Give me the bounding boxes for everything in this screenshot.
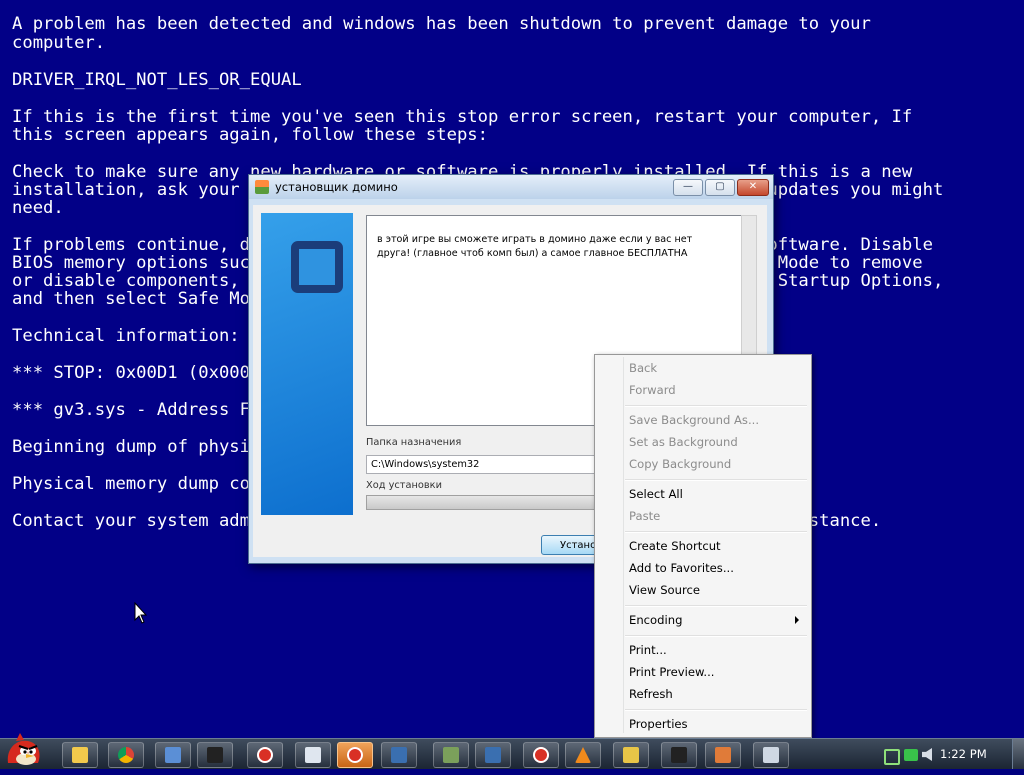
document-icon [305, 747, 321, 763]
maximize-button[interactable]: ▢ [705, 179, 735, 196]
vlc-icon [575, 747, 591, 763]
error-icon [257, 747, 273, 763]
show-desktop-button[interactable] [1012, 739, 1024, 769]
bsod-text-line: A problem has been detected and windows … [12, 14, 871, 34]
close-button[interactable]: ✕ [737, 179, 769, 196]
chrome-icon [118, 747, 134, 763]
taskbar-button[interactable] [613, 742, 649, 768]
start-button[interactable] [2, 731, 44, 771]
taskbar-button[interactable] [62, 742, 98, 768]
taskbar-button[interactable] [197, 742, 233, 768]
tray-network-icon[interactable] [884, 749, 900, 765]
taskbar-button[interactable] [108, 742, 144, 768]
window-title: установщик домино [275, 180, 398, 194]
taskbar-button[interactable] [661, 742, 697, 768]
menu-item-refresh[interactable]: Refresh [629, 687, 673, 701]
menu-gutter-line [623, 357, 624, 733]
clock[interactable]: 1:22 PM [940, 747, 987, 761]
menu-item-add-to-favorites[interactable]: Add to Favorites... [629, 561, 734, 575]
taskbar-button[interactable] [381, 742, 417, 768]
eye-icon [671, 747, 687, 763]
taskbar-button[interactable] [523, 742, 559, 768]
angry-bird-icon [7, 733, 40, 765]
installer-icon [391, 747, 407, 763]
domino-app-icon [255, 180, 269, 194]
taskbar: 1:22 PM [0, 733, 1024, 769]
minimize-button[interactable]: — [673, 179, 703, 196]
taskbar-button[interactable] [295, 742, 331, 768]
error-icon [347, 747, 363, 763]
error-icon [533, 747, 549, 763]
bsod-text-line: this screen appears again, follow these … [12, 125, 488, 145]
context-menu: Back Forward Save Background As... Set as B… [594, 354, 812, 738]
installer-icon [485, 747, 501, 763]
installer-banner [261, 213, 353, 515]
bsod-text-line: need. [12, 198, 64, 218]
bsod-text-line: Technical information: [12, 326, 240, 346]
menu-item-paste: Paste [629, 509, 661, 523]
taskbar-button[interactable] [565, 742, 601, 768]
taskbar-button[interactable] [155, 742, 191, 768]
window-icon [763, 747, 779, 763]
menu-item-encoding[interactable]: Encoding [629, 613, 682, 627]
taskbar-button[interactable] [433, 742, 469, 768]
menu-item-back: Back [629, 361, 658, 375]
taskbar-button[interactable] [705, 742, 741, 768]
menu-item-create-shortcut[interactable]: Create Shortcut [629, 539, 721, 553]
7zip-icon [207, 747, 223, 763]
disk-icon [623, 747, 639, 763]
submenu-arrow-icon [795, 616, 799, 624]
taskbar-button[interactable] [475, 742, 511, 768]
network-icon [165, 747, 181, 763]
bsod-text-line: If this is the first time you've seen th… [12, 107, 913, 127]
menu-separator [625, 709, 807, 711]
tray-speaker-icon[interactable] [922, 748, 932, 761]
menu-separator [625, 405, 807, 407]
destination-label: Папка назначения [366, 437, 462, 448]
progress-label: Ход установки [366, 480, 442, 491]
bsod-text-line: and then select Safe Mode. [12, 289, 282, 309]
menu-separator [625, 605, 807, 607]
menu-separator [625, 479, 807, 481]
menu-item-view-source[interactable]: View Source [629, 583, 700, 597]
bsod-text-line: DRIVER_IRQL_NOT_LES_OR_EQUAL [12, 70, 302, 90]
folder-icon [72, 747, 88, 763]
mouse-cursor-icon [134, 602, 148, 624]
menu-item-forward: Forward [629, 383, 676, 397]
menu-item-set-as-background: Set as Background [629, 435, 738, 449]
menu-item-properties[interactable]: Properties [629, 717, 688, 731]
menu-item-select-all[interactable]: Select All [629, 487, 683, 501]
description-text: в этой игре вы сможете играть в домино д… [377, 234, 693, 259]
square-logo-icon [291, 241, 343, 293]
menu-separator [625, 635, 807, 637]
taskbar-button[interactable] [247, 742, 283, 768]
installer-titlebar[interactable]: установщик домино — ▢ ✕ [249, 175, 773, 199]
bsod-text-line: computer. [12, 33, 106, 53]
menu-item-copy-background: Copy Background [629, 457, 732, 471]
menu-item-print-preview[interactable]: Print Preview... [629, 665, 714, 679]
menu-item-save-background-as: Save Background As... [629, 413, 760, 427]
taskbar-button[interactable] [337, 742, 373, 768]
setup-icon [443, 747, 459, 763]
menu-separator [625, 531, 807, 533]
menu-item-print[interactable]: Print... [629, 643, 667, 657]
domino-installer-icon [715, 747, 731, 763]
tray-volume-icon[interactable] [904, 749, 918, 761]
taskbar-button[interactable] [753, 742, 789, 768]
